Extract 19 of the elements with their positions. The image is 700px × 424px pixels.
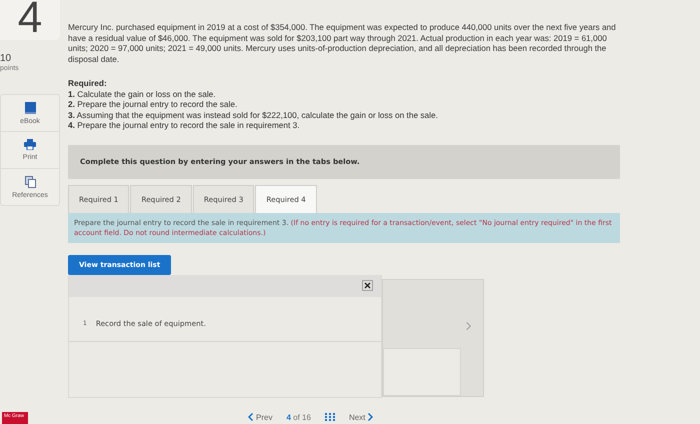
book-icon xyxy=(24,102,36,114)
page-indicator: 4 of 16 xyxy=(286,412,311,422)
requirement-item: 4. Prepare the journal entry to record the sale in requirement 3. xyxy=(68,120,301,130)
points-value: 10 xyxy=(0,54,12,64)
grid-icon[interactable] xyxy=(324,413,335,421)
chevron-right-icon xyxy=(368,413,374,421)
requirement-item: 3. Assuming that the equipment was instead sold for $222,100, calculate the gain or loss on the sale. xyxy=(68,110,439,120)
requirement-item: 2. Prepare the journal entry to record the sale. xyxy=(68,99,238,110)
chevron-left-icon xyxy=(248,413,253,421)
printer-icon xyxy=(24,139,36,150)
problem-text: Mercury Inc. purchased equipment in 2019 at a cost of $354,000. The equipment was expected to produce 440,000 units over the next five years and have a residual value of $46,000. The equipment was sold for $203,100 part way through 2021. Actual production in each year was: 2019 = 61,000 units; 2020 = 97,000 units; 2021 = 49,000 units. Mercury uses units-of-production depreciation, and all depreciation has been recorded through the disposal date. xyxy=(68,22,617,64)
requirement-item: 1. Calculate the gain or loss on the sale. xyxy=(68,88,217,99)
prev-link[interactable]: Prev xyxy=(248,412,272,422)
required-heading: Required: xyxy=(68,78,108,88)
chevron-right-icon[interactable] xyxy=(466,322,471,330)
documents-icon xyxy=(24,176,36,188)
close-icon[interactable] xyxy=(362,280,373,291)
next-link[interactable]: Next xyxy=(348,412,374,422)
question-number: 4 xyxy=(18,0,42,40)
